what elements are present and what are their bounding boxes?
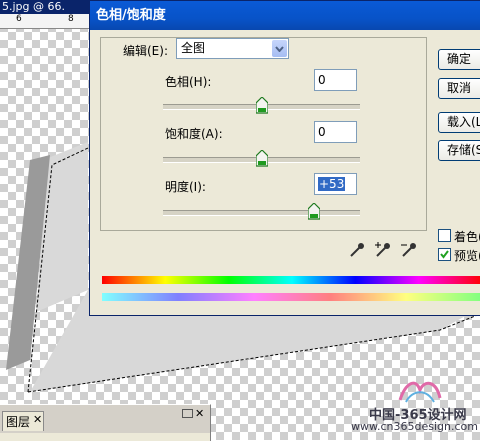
preview-checkbox[interactable] [438, 248, 451, 261]
hue-saturation-dialog: 色相/饱和度 编辑(E): 全图 色相(H): 0 饱和度(A): 0 明度(I… [89, 0, 480, 316]
lightness-label: 明度(I): [165, 180, 206, 194]
color-spectrum-bar-top [102, 276, 480, 284]
eyedropper-plus-icon[interactable] [374, 241, 392, 259]
dialog-title-bar[interactable]: 色相/饱和度 [90, 1, 480, 30]
lightness-field[interactable]: +53 [314, 173, 357, 195]
minimize-icon[interactable] [182, 409, 193, 418]
ruler-tick: 8 [68, 14, 74, 24]
adjustment-group [100, 37, 427, 231]
hue-slider-thumb[interactable] [255, 97, 268, 114]
layers-tab-label: 图层 [6, 415, 31, 429]
dialog-title: 色相/饱和度 [96, 8, 166, 23]
ruler-tick: 6 [16, 14, 22, 24]
hue-field[interactable]: 0 [314, 69, 357, 91]
saturation-field[interactable]: 0 [314, 121, 357, 143]
checkmark-icon [440, 250, 449, 259]
eyedropper-icon[interactable] [348, 241, 366, 259]
hue-label: 色相(H): [165, 75, 212, 89]
ruler: 6 8 [0, 14, 96, 29]
layers-panel: 图层 ✕ ✕ [0, 404, 211, 441]
document-title-bar: 5.jpg @ 66. [0, 0, 98, 14]
edit-range-select[interactable]: 全图 [176, 38, 289, 59]
close-icon[interactable]: ✕ [33, 413, 42, 426]
colorize-checkbox[interactable] [438, 229, 451, 242]
eyedropper-minus-icon[interactable] [400, 241, 418, 259]
saturation-label: 饱和度(A): [165, 127, 223, 141]
preview-label: 预览(P) [454, 249, 480, 263]
edit-label: 编辑(E): [123, 44, 168, 58]
ok-button[interactable]: 确定 [438, 49, 480, 70]
panel-close-icon[interactable]: ✕ [195, 407, 204, 420]
watermark-logo [398, 381, 442, 403]
colorize-label: 着色(O) [454, 230, 480, 244]
lightness-slider-track[interactable] [163, 210, 360, 216]
chevron-down-icon[interactable] [272, 40, 287, 57]
cancel-button[interactable]: 取消 [438, 78, 480, 99]
lightness-value: +53 [318, 177, 346, 191]
lightness-slider-thumb[interactable] [307, 203, 320, 220]
watermark-line-2: www.cn365design.com [351, 420, 478, 433]
document-title: 5.jpg @ 66. [2, 0, 66, 13]
color-spectrum-bar-bottom [102, 293, 480, 301]
save-button[interactable]: 存储(S)... [438, 140, 480, 161]
edit-range-value: 全图 [181, 41, 206, 55]
load-button[interactable]: 载入(L)... [438, 112, 480, 133]
saturation-slider-thumb[interactable] [255, 150, 268, 167]
